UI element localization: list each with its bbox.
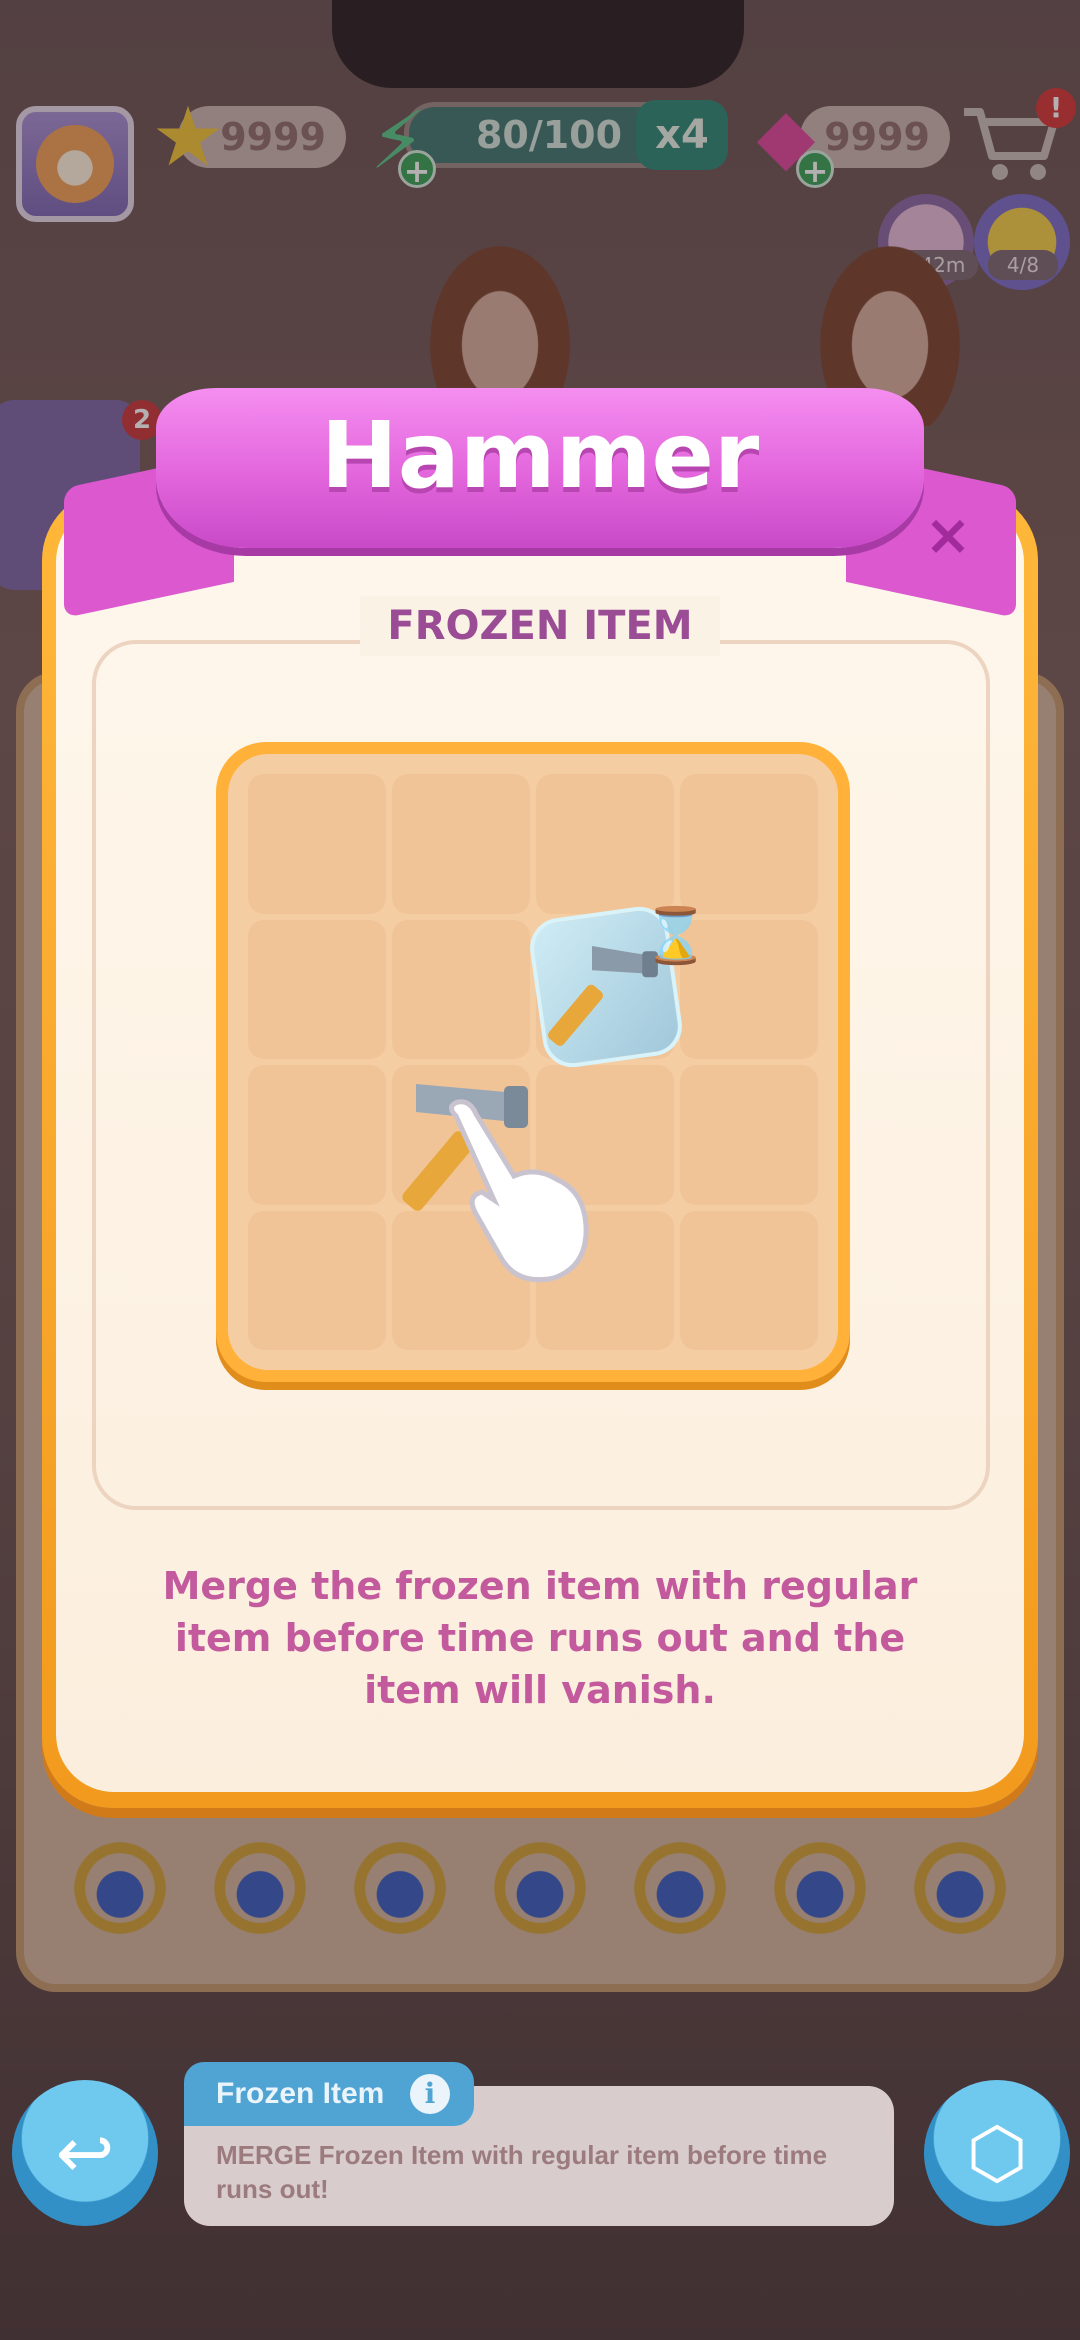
grid-cell bbox=[248, 919, 386, 1059]
grid-cell bbox=[536, 774, 674, 914]
info-icon[interactable]: i bbox=[410, 2074, 450, 2114]
hint-title-text: Frozen Item bbox=[216, 2077, 385, 2110]
tutorial-board bbox=[216, 742, 850, 1382]
close-button[interactable]: × bbox=[920, 508, 976, 564]
storage-box-button[interactable]: ⬡ bbox=[924, 2080, 1070, 2226]
dialog-description: Merge the frozen item with regular item … bbox=[162, 1564, 918, 1712]
grid-cell bbox=[392, 919, 530, 1059]
close-icon: × bbox=[924, 503, 972, 568]
grid-cell bbox=[248, 1065, 386, 1205]
grid-cell bbox=[680, 774, 818, 914]
grid-cell bbox=[392, 774, 530, 914]
dialog-title: Hammer bbox=[320, 402, 760, 509]
section-title: FROZEN ITEM bbox=[387, 603, 693, 649]
grid-cell bbox=[680, 1210, 818, 1350]
grid-cell bbox=[248, 774, 386, 914]
hourglass-icon: ⌛ bbox=[642, 904, 710, 967]
hint-text: MERGE Frozen Item with regular item befo… bbox=[216, 2140, 828, 2204]
back-button[interactable]: ↩ bbox=[12, 2080, 158, 2226]
grid-cell bbox=[680, 1065, 818, 1205]
back-arrow-icon: ↩ bbox=[55, 2112, 115, 2194]
pointing-hand-icon bbox=[449, 1099, 589, 1283]
grid-cell bbox=[248, 1210, 386, 1350]
box-icon: ⬡ bbox=[966, 2112, 1028, 2194]
